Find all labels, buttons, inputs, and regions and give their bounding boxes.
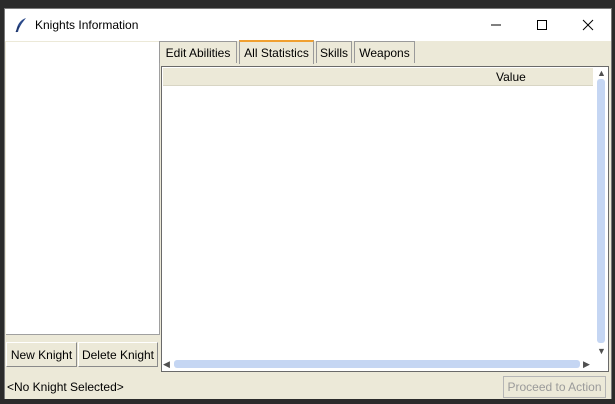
minimize-icon xyxy=(491,24,501,26)
scroll-left-icon[interactable]: ◀ xyxy=(163,359,170,369)
vertical-scrollbar[interactable]: ▲ ▼ xyxy=(594,67,608,357)
column-header-value[interactable]: Value xyxy=(496,70,526,84)
knight-listbox[interactable] xyxy=(6,42,160,335)
window-title: Knights Information xyxy=(35,18,139,32)
close-icon xyxy=(582,19,594,31)
maximize-button[interactable] xyxy=(519,9,565,41)
delete-knight-button[interactable]: Delete Knight xyxy=(78,342,158,367)
statistics-treeview[interactable]: Value ▲ ▼ ◀ ▶ xyxy=(161,66,609,372)
vertical-scroll-thumb[interactable] xyxy=(597,79,605,343)
scroll-right-icon[interactable]: ▶ xyxy=(583,359,590,369)
new-knight-button[interactable]: New Knight xyxy=(6,342,77,367)
minimize-button[interactable] xyxy=(473,9,519,41)
close-button[interactable] xyxy=(565,9,611,41)
table-header: Value xyxy=(163,68,593,86)
feather-icon xyxy=(14,17,28,33)
maximize-icon xyxy=(537,20,547,30)
tab-weapons[interactable]: Weapons xyxy=(354,41,415,63)
tab-skills[interactable]: Skills xyxy=(316,41,352,63)
scroll-down-icon[interactable]: ▼ xyxy=(597,346,606,356)
scroll-up-icon[interactable]: ▲ xyxy=(597,68,606,78)
knights-window: Knights Information New Knight Delete Kn… xyxy=(4,8,612,399)
status-bar: <No Knight Selected> Proceed to Action xyxy=(5,375,611,399)
tab-edit-abilities[interactable]: Edit Abilities xyxy=(159,41,237,63)
tab-all-statistics[interactable]: All Statistics xyxy=(239,40,314,64)
proceed-to-action-button[interactable]: Proceed to Action xyxy=(503,376,606,398)
horizontal-scroll-thumb[interactable] xyxy=(174,360,580,368)
status-text: <No Knight Selected> xyxy=(7,380,124,394)
title-bar[interactable]: Knights Information xyxy=(5,9,611,41)
horizontal-scrollbar[interactable]: ◀ ▶ xyxy=(162,357,594,371)
